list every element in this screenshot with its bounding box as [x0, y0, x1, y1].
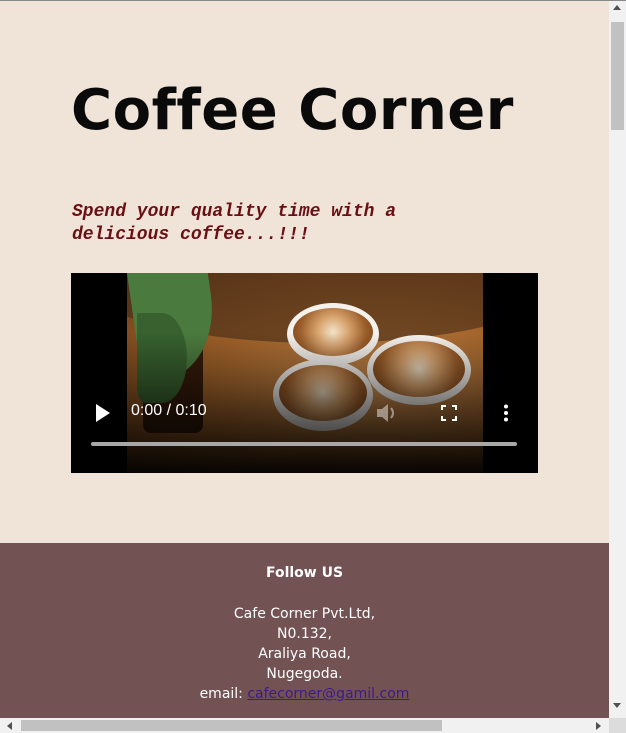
- footer-heading: Follow US: [265, 565, 344, 581]
- more-options-icon[interactable]: [503, 404, 509, 422]
- volume-icon[interactable]: [377, 403, 399, 423]
- address-line: Araliya Road,: [258, 646, 351, 662]
- window-top-border: [0, 0, 626, 1]
- email-label: email:: [199, 686, 243, 702]
- email-row: email: cafecorner@gamil.com: [0, 684, 609, 704]
- time-display: 0:00 / 0:10: [131, 402, 207, 419]
- vertical-scroll-thumb[interactable]: [611, 22, 624, 130]
- vertical-scrollbar[interactable]: [609, 0, 626, 718]
- horizontal-scroll-thumb[interactable]: [21, 720, 442, 731]
- page-title: Coffee Corner: [71, 78, 514, 143]
- scrollbar-corner: [609, 718, 626, 733]
- scroll-up-arrow-icon[interactable]: [613, 5, 621, 10]
- video-progress-bar[interactable]: [91, 442, 517, 446]
- email-link[interactable]: cafecorner@gamil.com: [247, 686, 409, 702]
- tagline: Spend your quality time with a delicious…: [72, 202, 397, 245]
- page-viewport: Coffee Corner Spend your quality time wi…: [0, 0, 609, 718]
- address-block: Cafe Corner Pvt.Ltd, N0.132, Araliya Roa…: [0, 604, 609, 704]
- play-icon[interactable]: [96, 404, 110, 422]
- scroll-right-arrow-icon[interactable]: [596, 722, 601, 730]
- fullscreen-icon[interactable]: [441, 405, 457, 421]
- video-player[interactable]: 0:00 / 0:10: [71, 273, 538, 473]
- scroll-left-arrow-icon[interactable]: [7, 722, 12, 730]
- scroll-down-arrow-icon[interactable]: [613, 703, 621, 708]
- horizontal-scrollbar[interactable]: [0, 718, 609, 733]
- address-line: Nugegoda.: [266, 666, 343, 682]
- address-line: Cafe Corner Pvt.Ltd,: [233, 606, 376, 622]
- footer: Follow US Cafe Corner Pvt.Ltd, N0.132, A…: [0, 543, 609, 718]
- address-line: N0.132,: [276, 626, 332, 642]
